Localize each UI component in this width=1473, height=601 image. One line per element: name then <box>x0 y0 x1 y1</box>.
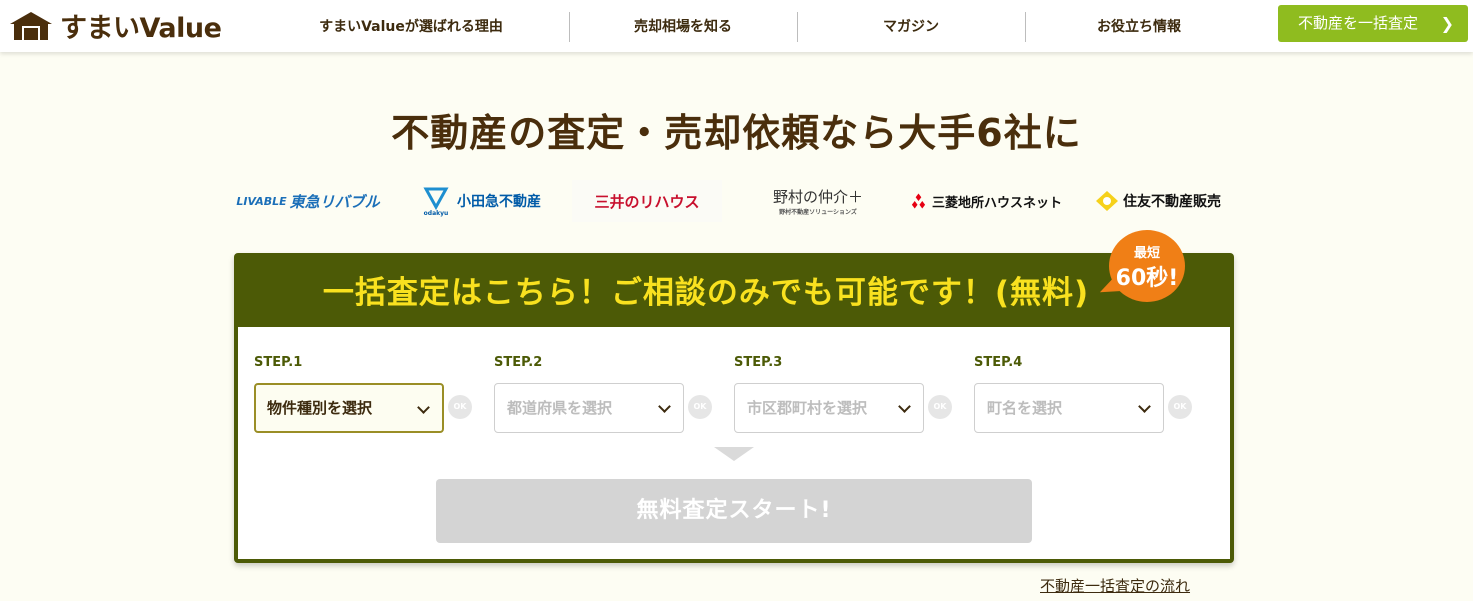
brand-label: 三菱地所ハウスネット <box>931 195 1062 211</box>
site-logo[interactable]: すまいValue <box>8 6 222 45</box>
step-ok-indicator: OK <box>448 395 472 419</box>
logo-text: すまいValue <box>60 13 222 44</box>
brand-label: 野村の仲介＋ <box>772 188 863 206</box>
chevron-down-icon <box>1138 400 1151 413</box>
step-ok-indicator: OK <box>928 395 952 419</box>
step-label: STEP.2 <box>494 355 543 370</box>
nav-separator <box>1025 12 1026 42</box>
house-logo-icon <box>10 11 52 40</box>
brand-prefix: LIVABLE <box>236 194 287 208</box>
nav-item-tips[interactable]: お役立ち情報 <box>1056 12 1222 42</box>
chevron-down-icon <box>417 401 430 414</box>
fastest-60sec-badge: 最短 60秒! <box>1096 230 1185 302</box>
nav-item-reasons[interactable]: すまいValueが選ばれる理由 <box>300 12 522 42</box>
step-label: STEP.1 <box>254 355 303 370</box>
step-ok-indicator: OK <box>688 395 712 419</box>
form-title: 一括査定はこちら！ご相談のみでも可能です！(無料) <box>322 275 1090 311</box>
brand-sub: odakyu <box>424 210 449 217</box>
nav-item-magazine[interactable]: マガジン <box>828 12 994 42</box>
brand-label: 住友不動産販売 <box>1123 194 1221 210</box>
brand-sub: 野村不動産ソリューションズ <box>779 209 857 216</box>
page-title: 不動産の査定・売却依頼なら大手6社に <box>391 111 1082 155</box>
brand-label: 小田急不動産 <box>457 194 541 210</box>
select-value: 物件種別を選択 <box>267 399 373 417</box>
brand-logo-sumitomo: 住友不動産販売 <box>1088 180 1228 222</box>
appraisal-flow-link[interactable]: 不動産一括査定の流れ <box>1040 575 1190 596</box>
brand-logo-tokyu: LIVABLE 東急リバブル <box>236 180 379 222</box>
bulk-appraisal-button[interactable]: 不動産を一括査定 ❯ <box>1278 5 1468 42</box>
brand-logo-odakyu: odakyu 小田急不動産 <box>412 180 552 222</box>
nav-item-market[interactable]: 売却相場を知る <box>600 12 766 42</box>
chevron-right-icon: ❯ <box>1440 14 1454 33</box>
appraisal-form-panel: 一括査定はこちら！ご相談のみでも可能です！(無料) STEP.1 物件種別を選択… <box>234 253 1234 563</box>
brand-logo-mitsui: 三井のリハウス <box>572 180 722 222</box>
nav-separator <box>797 12 798 42</box>
step-label: STEP.4 <box>974 355 1023 370</box>
prefecture-select[interactable]: 都道府県を選択 <box>494 383 684 433</box>
brand-label: 三井のリハウス <box>594 192 700 211</box>
step-label: STEP.3 <box>734 355 783 370</box>
town-select[interactable]: 町名を選択 <box>974 383 1164 433</box>
nav-separator <box>569 12 570 42</box>
brand-logo-nomura: 野村の仲介＋ 野村不動産ソリューションズ <box>748 180 888 222</box>
start-appraisal-button[interactable]: 無料査定スタート! <box>436 479 1032 543</box>
mitsubishi-diamonds-icon <box>911 193 926 209</box>
sumitomo-mark-icon <box>1096 191 1118 211</box>
step-ok-indicator: OK <box>1168 395 1192 419</box>
badge-text: 最短 <box>1133 246 1160 261</box>
bulk-appraisal-label: 不動産を一括査定 <box>1298 14 1419 32</box>
brand-logo-mitsubishi: 三菱地所ハウスネット <box>910 180 1062 222</box>
chevron-down-icon <box>898 400 911 413</box>
brand-label: 東急リバブル <box>289 192 380 211</box>
down-arrow-icon <box>714 447 754 461</box>
select-placeholder: 市区郡町村を選択 <box>747 399 868 417</box>
chevron-down-icon <box>658 400 671 413</box>
odakyu-mark-icon: odakyu <box>423 187 449 217</box>
site-header: すまいValue すまいValueが選ばれる理由 売却相場を知る マガジン お役… <box>0 0 1473 52</box>
select-placeholder: 町名を選択 <box>987 399 1063 417</box>
form-body: STEP.1 物件種別を選択 OK STEP.2 都道府県を選択 OK STEP… <box>238 327 1230 559</box>
property-type-select[interactable]: 物件種別を選択 <box>254 383 444 433</box>
city-select[interactable]: 市区郡町村を選択 <box>734 383 924 433</box>
select-placeholder: 都道府県を選択 <box>507 399 613 417</box>
badge-text: 60秒! <box>1115 266 1179 291</box>
